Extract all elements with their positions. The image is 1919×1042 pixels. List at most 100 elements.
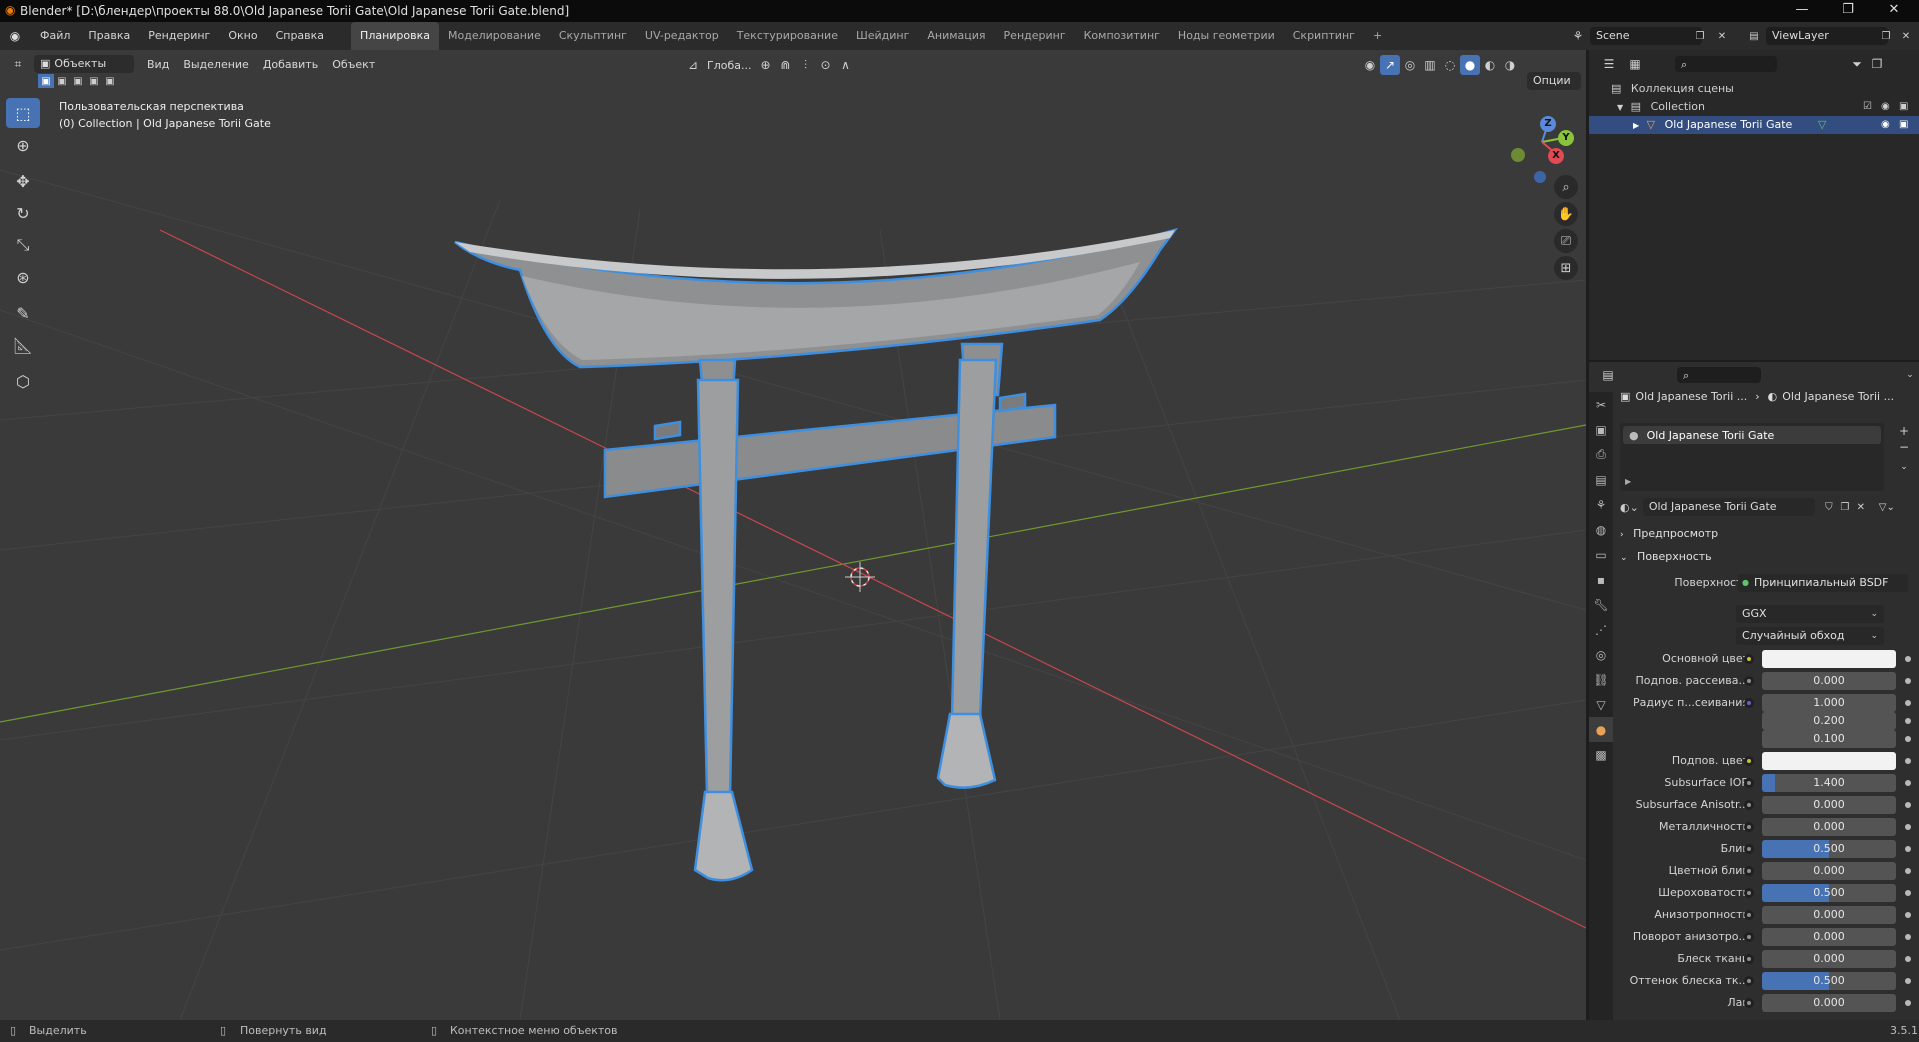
add-cube-tool-icon[interactable]: ⬡ [6,366,40,396]
input-socket-icon[interactable] [1744,976,1754,986]
material-slots-list[interactable]: ● Old Japanese Torii Gate ▶ [1620,423,1884,491]
select-subtract-icon[interactable]: ▣ [70,74,86,88]
breadcrumb-object[interactable]: Old Japanese Torii ... [1635,390,1747,403]
input-socket-icon[interactable] [1744,778,1754,788]
value-slider[interactable]: 0.000 [1762,862,1896,880]
perspective-toggle-icon[interactable]: ⊞ [1554,256,1578,280]
material-tab-icon[interactable]: ● [1589,717,1613,742]
input-socket-icon[interactable] [1744,932,1754,942]
scale-tool-icon[interactable]: ⤡ [6,230,40,260]
tab-scripting[interactable]: Скриптинг [1284,22,1364,50]
input-socket-icon[interactable] [1744,654,1754,664]
menu-help[interactable]: Справка [267,22,333,50]
material-name-field[interactable]: Old Japanese Torii Gate [1642,498,1815,516]
torii-gate-model[interactable] [454,227,1179,882]
keyframe-dot-icon[interactable] [1905,868,1911,874]
value-slider[interactable]: 0.500 [1762,972,1896,990]
outliner-row-scene-collection[interactable]: ▤ Коллекция сцены [1589,80,1919,98]
snap-icon[interactable]: ⋒ [775,55,795,75]
keyframe-dot-icon[interactable] [1905,802,1911,808]
blender-menu-icon[interactable]: ◉ [5,26,25,46]
tab-shading[interactable]: Шейдинг [847,22,918,50]
options-dropdown[interactable]: Опции [1527,72,1581,90]
viewport-menu-select[interactable]: Выделение [176,58,256,71]
keyframe-dot-icon[interactable] [1905,656,1911,662]
unlink-material-icon[interactable]: ✕ [1853,497,1869,517]
maximize-button[interactable]: ❐ [1830,2,1866,20]
new-collection-icon[interactable]: ❐ [1867,54,1887,74]
outliner-editor-type-icon[interactable]: ☰ [1599,54,1619,74]
duplicate-material-icon[interactable]: ❐ [1837,497,1853,517]
keyframe-dot-icon[interactable] [1905,824,1911,830]
annotate-tool-icon[interactable]: ✎ [6,298,40,328]
select-intersect-icon[interactable]: ▣ [102,74,118,88]
keyframe-dot-icon[interactable] [1905,846,1911,852]
viewport-menu-object[interactable]: Объект [325,58,382,71]
tab-texture-paint[interactable]: Текстурирование [728,22,847,50]
surface-panel-header[interactable]: ⌄ Поверхность [1620,547,1712,567]
color-swatch[interactable] [1762,650,1896,668]
modifier-tab-icon[interactable]: 🔧︎ [1589,592,1613,617]
value-slider[interactable]: 0.000 [1762,906,1896,924]
world-tab-icon[interactable]: ◍ [1589,517,1613,542]
menu-render[interactable]: Рендеринг [139,22,219,50]
viewport-menu-add[interactable]: Добавить [256,58,325,71]
select-extend-icon[interactable]: ▣ [54,74,70,88]
viewport-menu-view[interactable]: Вид [140,58,176,71]
falloff-icon[interactable]: ∧ [835,55,855,75]
menu-window[interactable]: Окно [219,22,266,50]
cursor-tool-icon[interactable]: ⊕ [6,130,40,160]
properties-editor-type-icon[interactable]: ▤ [1599,365,1617,385]
surface-shader-dropdown[interactable]: ● Принципиальный BSDF [1738,574,1908,592]
particles-tab-icon[interactable]: ⋰ [1589,617,1613,642]
view-layer-selector[interactable]: ViewLayer [1766,27,1888,45]
scene-selector[interactable]: Scene [1590,27,1702,45]
expand-arrow-icon[interactable]: ▼ [1617,103,1623,112]
value-slider[interactable]: 0.000 [1762,994,1896,1012]
rendered-shading-icon[interactable]: ◑ [1500,55,1520,75]
wireframe-shading-icon[interactable]: ◌ [1440,55,1460,75]
value-slider[interactable]: 0.100 [1762,730,1896,748]
transform-tool-icon[interactable]: ⊛ [6,262,40,292]
color-swatch[interactable] [1762,752,1896,770]
input-socket-icon[interactable] [1744,676,1754,686]
material-preview-icon[interactable]: ◐ [1480,55,1500,75]
breadcrumb-material[interactable]: Old Japanese Torii ... [1782,390,1894,403]
keyframe-dot-icon[interactable] [1905,678,1911,684]
input-socket-icon[interactable] [1744,698,1754,708]
keyframe-dot-icon[interactable] [1905,780,1911,786]
properties-search-input[interactable]: ⌕ [1677,367,1761,383]
gizmo-y-axis[interactable]: Y [1558,130,1574,146]
xray-toggle-icon[interactable]: ▥ [1420,55,1440,75]
new-view-layer-icon[interactable]: ❐ [1876,26,1896,46]
tab-geometry-nodes[interactable]: Ноды геометрии [1169,22,1284,50]
value-slider[interactable]: 1.000 [1762,694,1896,712]
mode-selector[interactable]: ▣ Объекты [34,55,134,73]
value-slider[interactable]: 0.000 [1762,928,1896,946]
camera-view-icon[interactable]: ⎚ [1554,229,1578,253]
scene-tab-icon[interactable]: ⚘ [1589,492,1613,517]
gizmo-z-axis[interactable]: Z [1540,116,1556,132]
tab-sculpting[interactable]: Скульптинг [550,22,636,50]
gizmo-x-axis[interactable]: X [1548,148,1564,164]
overlay-toggle-icon[interactable]: ◎ [1400,55,1420,75]
slot-expand-arrow-icon[interactable]: ▶ [1625,477,1631,486]
keyframe-dot-icon[interactable] [1905,736,1911,742]
menu-edit[interactable]: Правка [79,22,139,50]
pivot-point-icon[interactable]: ⊕ [755,55,775,75]
solid-shading-icon[interactable]: ● [1460,55,1480,75]
gizmo-neg-y-axis[interactable] [1511,148,1525,162]
snap-target-icon[interactable]: ⫶ [795,55,815,75]
select-box-tool-icon[interactable]: ⬚ [6,98,40,128]
exclude-checkbox-icon[interactable]: ☑ [1863,98,1872,116]
pan-hand-icon[interactable]: ✋ [1554,202,1578,226]
material-link-icon[interactable]: ▽⌄ [1877,497,1897,517]
navigation-gizmo[interactable]: Z Y X [1500,100,1580,183]
move-tool-icon[interactable]: ✥ [6,166,40,196]
3d-viewport[interactable]: Пользовательская перспектива (0) Collect… [0,50,1586,1020]
collection-tab-icon[interactable]: ▭ [1589,542,1613,567]
subsurface-method-dropdown[interactable]: Случайный обход ⌄ [1736,627,1884,645]
tab-animation[interactable]: Анимация [918,22,994,50]
render-camera-icon[interactable]: ▣ [1899,116,1908,134]
keyframe-dot-icon[interactable] [1905,956,1911,962]
